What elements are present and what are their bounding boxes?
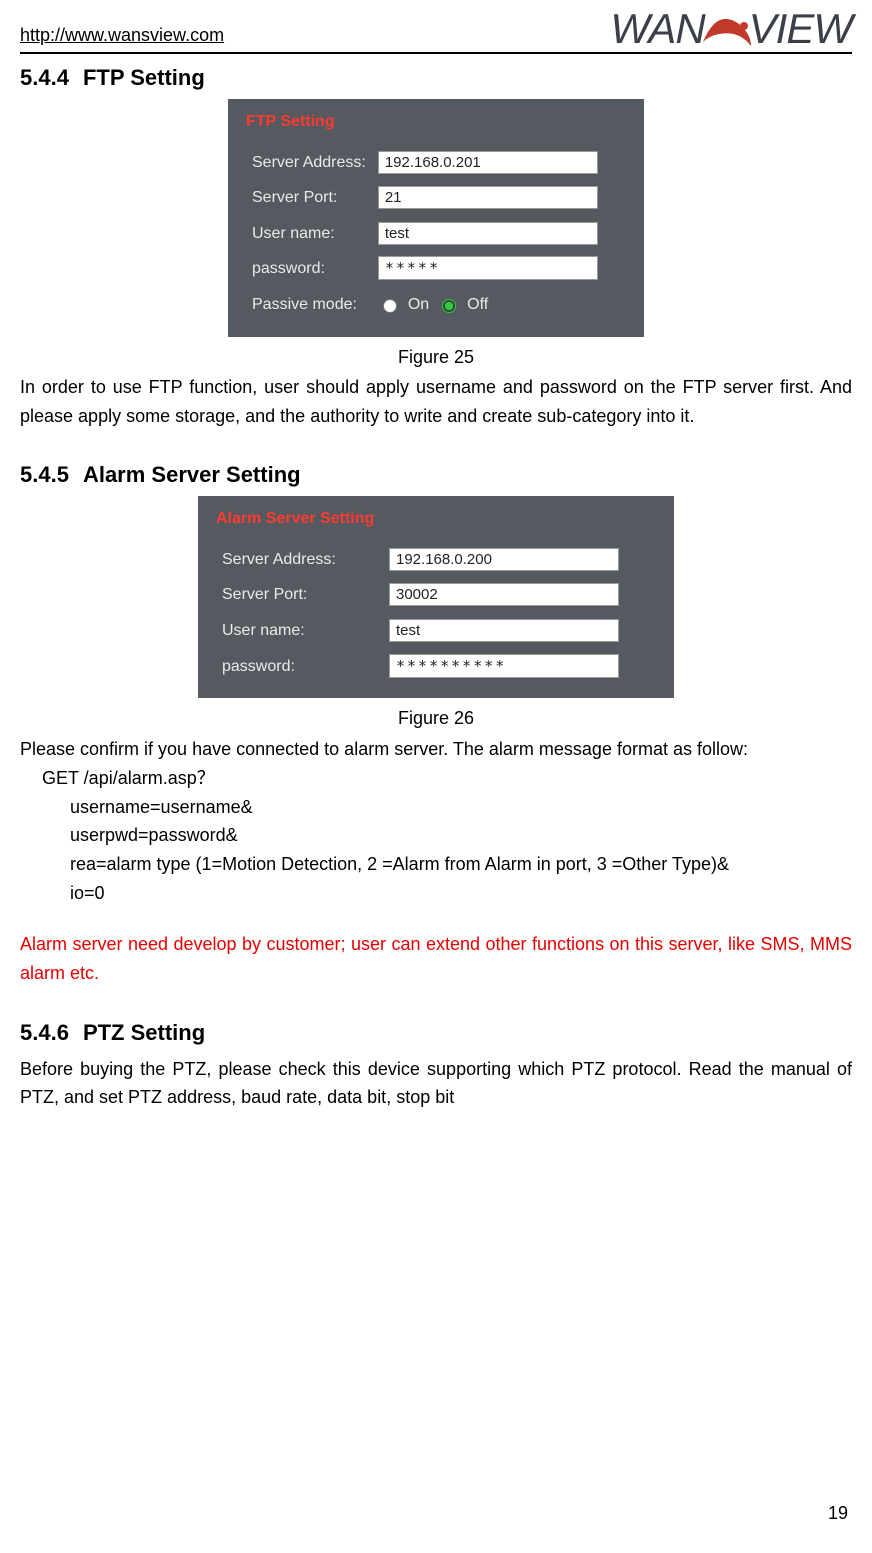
ftp-server-address-label: Server Address:: [246, 145, 372, 181]
brand-logo: WANVIEW: [610, 10, 852, 52]
section-heading-alarm: 5.4.5 Alarm Server Setting: [20, 457, 852, 492]
alarm-format-line2: username=username&: [20, 793, 852, 822]
alarm-desc-intro: Please confirm if you have connected to …: [20, 735, 852, 764]
alarm-format-line1: GET /api/alarm.asp？: [20, 764, 852, 793]
brand-right: VIEW: [749, 5, 852, 52]
ftp-passive-on-label: On: [408, 292, 429, 318]
ftp-server-port-input[interactable]: [378, 186, 598, 209]
page-header: http://www.wansview.com WANVIEW: [20, 10, 852, 54]
ftp-server-port-label: Server Port:: [246, 180, 372, 216]
alarm-format-line3: userpwd=password&: [20, 821, 852, 850]
alarm-format-line4: rea=alarm type (1=Motion Detection, 2 =A…: [20, 850, 852, 879]
alarm-server-address-input[interactable]: [389, 548, 619, 571]
alarm-format-line5: io=0: [20, 879, 852, 908]
brand-left: WAN: [610, 5, 704, 52]
page-number: 19: [828, 1499, 848, 1528]
alarm-password-input[interactable]: [389, 654, 619, 678]
section-heading-ftp: 5.4.4 FTP Setting: [20, 60, 852, 95]
alarm-server-address-label: Server Address:: [216, 542, 383, 578]
section-heading-ptz: 5.4.6 PTZ Setting: [20, 1015, 852, 1050]
alarm-server-port-input[interactable]: [389, 583, 619, 606]
section-num: 5.4.4: [20, 65, 69, 90]
section-title: Alarm Server Setting: [83, 462, 301, 487]
ftp-passive-label: Passive mode:: [246, 287, 372, 323]
ftp-description: In order to use FTP function, user shoul…: [20, 373, 852, 431]
alarm-settings-panel: Alarm Server Setting Server Address: Ser…: [198, 496, 674, 698]
ftp-password-label: password:: [246, 251, 372, 287]
alarm-password-label: password:: [216, 649, 383, 685]
alarm-username-label: User name:: [216, 613, 383, 649]
ftp-passive-off-radio[interactable]: [442, 299, 456, 313]
figure-25-caption: Figure 25: [20, 343, 852, 372]
ftp-settings-panel: FTP Setting Server Address: Server Port:…: [228, 99, 644, 337]
alarm-username-input[interactable]: [389, 619, 619, 642]
panel-title-ftp: FTP Setting: [246, 109, 626, 135]
swoosh-icon: [705, 10, 749, 52]
section-num: 5.4.6: [20, 1020, 69, 1045]
ftp-passive-off-label: Off: [467, 292, 488, 318]
section-title: PTZ Setting: [83, 1020, 205, 1045]
section-num: 5.4.5: [20, 462, 69, 487]
figure-26-caption: Figure 26: [20, 704, 852, 733]
alarm-server-port-label: Server Port:: [216, 577, 383, 613]
ptz-description: Before buying the PTZ, please check this…: [20, 1055, 852, 1113]
ftp-server-address-input[interactable]: [378, 151, 598, 174]
ftp-username-label: User name:: [246, 216, 372, 252]
panel-title-alarm: Alarm Server Setting: [216, 506, 656, 532]
ftp-username-input[interactable]: [378, 222, 598, 245]
ftp-password-input[interactable]: [378, 256, 598, 280]
ftp-passive-on-radio[interactable]: [383, 299, 397, 313]
header-url[interactable]: http://www.wansview.com: [20, 21, 224, 52]
section-title: FTP Setting: [83, 65, 205, 90]
alarm-red-note: Alarm server need develop by customer; u…: [20, 930, 852, 988]
